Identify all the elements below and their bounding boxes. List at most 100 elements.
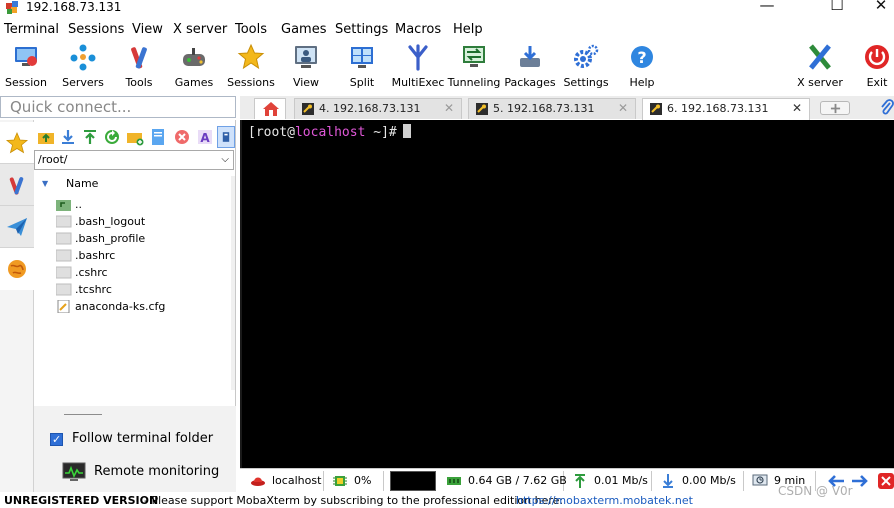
file-item-bash-logout[interactable]: .bash_logout: [56, 213, 226, 230]
clock-monitor-icon: [752, 474, 768, 486]
session-tab-6[interactable]: 6. 192.168.73.131 ✕: [642, 98, 810, 120]
title-bar: 192.168.73.131 — ☐ ✕: [0, 0, 894, 18]
tab-close-icon[interactable]: ✕: [792, 99, 802, 118]
help-button[interactable]: ? Help: [612, 42, 672, 90]
sort-arrow-icon: ▼: [42, 179, 49, 188]
minimize-button[interactable]: —: [744, 0, 790, 14]
session-button[interactable]: Session: [0, 42, 56, 90]
packages-label: Packages: [504, 76, 556, 89]
delete-icon[interactable]: [173, 128, 191, 146]
sftp-file-panel: A /root/ ⌵ ▼ Name .. .bash_logout .bash_…: [34, 120, 236, 492]
close-window-button[interactable]: ✕: [858, 0, 894, 14]
view-button[interactable]: View: [276, 42, 336, 90]
session-label: Session: [5, 76, 47, 89]
new-file-icon[interactable]: [149, 128, 167, 146]
file-item-cshrc[interactable]: .cshrc: [56, 264, 226, 281]
attachment-icon[interactable]: [880, 99, 894, 115]
session-tab-4[interactable]: 4. 192.168.73.131 ✕: [294, 98, 462, 119]
star-icon: [5, 131, 29, 154]
unregistered-label: UNREGISTERED VERSION: [4, 494, 159, 507]
refresh-icon[interactable]: [103, 128, 121, 146]
file-name: .cshrc: [75, 266, 108, 279]
file-item-tcshrc[interactable]: .tcshrc: [56, 281, 226, 298]
monitor-toggle-button[interactable]: [217, 126, 235, 148]
file-item-parent[interactable]: ..: [56, 196, 226, 213]
upload-arrow-icon[interactable]: [81, 128, 99, 146]
settings-label: Settings: [563, 76, 609, 89]
tools-label: Tools: [125, 76, 153, 89]
support-message: - Please support MobaXterm by subscribin…: [144, 494, 564, 507]
download-speed: 0.00 Mb/s: [682, 474, 736, 487]
arrow-right-icon[interactable]: [850, 474, 870, 488]
sidebar-item-tools[interactable]: [0, 164, 34, 206]
xserver-x-icon: [809, 44, 831, 70]
remote-monitoring-label: Remote monitoring: [94, 464, 220, 479]
remote-monitor-icon: [62, 462, 86, 481]
tab-label: 6. 192.168.73.131: [667, 102, 769, 115]
rename-icon[interactable]: A: [196, 128, 214, 146]
tab-close-icon[interactable]: ✕: [618, 99, 628, 118]
home-tab[interactable]: [254, 98, 286, 119]
sidebar-item-macros[interactable]: [0, 206, 34, 248]
file-item-bash-profile[interactable]: .bash_profile: [56, 230, 226, 247]
svg-text:A: A: [200, 131, 210, 145]
remote-path-select[interactable]: /root/ ⌵: [34, 150, 234, 170]
sessions-button[interactable]: Sessions: [221, 42, 281, 90]
tunneling-arrows-icon: [463, 46, 485, 67]
folder-up-icon[interactable]: [37, 128, 55, 146]
file-list-scrollbar[interactable]: [231, 176, 235, 390]
paper-plane-icon: [7, 218, 27, 236]
menu-games[interactable]: Games: [281, 21, 326, 39]
terminal-cursor: [402, 124, 411, 138]
status-upload: 0.01 Mb/s: [566, 471, 652, 491]
status-host-label: localhost: [272, 474, 322, 487]
settings-button[interactable]: Settings: [556, 42, 616, 90]
shell-prompt: [root@localhost ~]#: [248, 124, 411, 141]
file-item-bashrc[interactable]: .bashrc: [56, 247, 226, 264]
servers-label: Servers: [62, 76, 104, 89]
terminal-view[interactable]: [root@localhost ~]#: [240, 120, 894, 468]
memory-usage: 0.64 GB / 7.62 GB: [468, 474, 567, 487]
mobatek-link[interactable]: https://mobaxterm.mobatek.net: [516, 492, 693, 508]
packages-button[interactable]: Packages: [500, 42, 560, 90]
window-title: 192.168.73.131: [26, 0, 122, 14]
sessions-star-icon: [237, 43, 265, 70]
file-item-anaconda-ks[interactable]: anaconda-ks.cfg: [56, 298, 226, 315]
tab-close-icon[interactable]: ✕: [444, 99, 454, 118]
new-folder-icon[interactable]: [126, 128, 144, 146]
servers-button[interactable]: Servers: [53, 42, 113, 90]
remote-path: /root/: [38, 153, 68, 166]
new-tab-button[interactable]: [820, 101, 850, 115]
multiexec-button[interactable]: MultiExec: [388, 42, 448, 90]
globe-icon: [8, 260, 26, 278]
menu-view[interactable]: View: [132, 21, 163, 39]
quick-connect-input[interactable]: Quick connect...: [0, 96, 236, 118]
menu-settings[interactable]: Settings: [335, 21, 388, 39]
file-name: .tcshrc: [75, 283, 112, 296]
status-close-icon[interactable]: [878, 473, 894, 489]
menu-macros[interactable]: Macros: [395, 21, 441, 39]
status-host[interactable]: localhost: [244, 471, 324, 491]
menu-sessions[interactable]: Sessions: [68, 21, 124, 39]
tools-button[interactable]: Tools: [109, 42, 169, 90]
file-name: .bashrc: [75, 249, 116, 262]
svg-text:?: ?: [637, 48, 646, 67]
menu-tools[interactable]: Tools: [235, 21, 267, 39]
cpu-chip-icon: [333, 476, 347, 486]
panel-divider[interactable]: [64, 414, 102, 415]
download-arrow-icon[interactable]: [59, 128, 77, 146]
menu-help[interactable]: Help: [453, 21, 483, 39]
menu-x-server[interactable]: X server: [173, 21, 227, 39]
exit-button[interactable]: Exit: [847, 42, 894, 90]
name-column-header[interactable]: ▼ Name: [42, 176, 222, 192]
xserver-button[interactable]: X server: [790, 42, 850, 90]
session-tab-5[interactable]: 5. 192.168.73.131 ✕: [468, 98, 636, 119]
split-button[interactable]: Split: [332, 42, 392, 90]
menu-terminal[interactable]: Terminal: [4, 21, 59, 39]
games-button[interactable]: Games: [164, 42, 224, 90]
tunneling-button[interactable]: Tunneling: [444, 42, 504, 90]
maximize-button[interactable]: ☐: [814, 0, 860, 14]
sidebar-item-sftp[interactable]: [0, 248, 34, 290]
sidebar-item-sessions[interactable]: [0, 122, 34, 164]
plus-icon: [830, 103, 841, 114]
